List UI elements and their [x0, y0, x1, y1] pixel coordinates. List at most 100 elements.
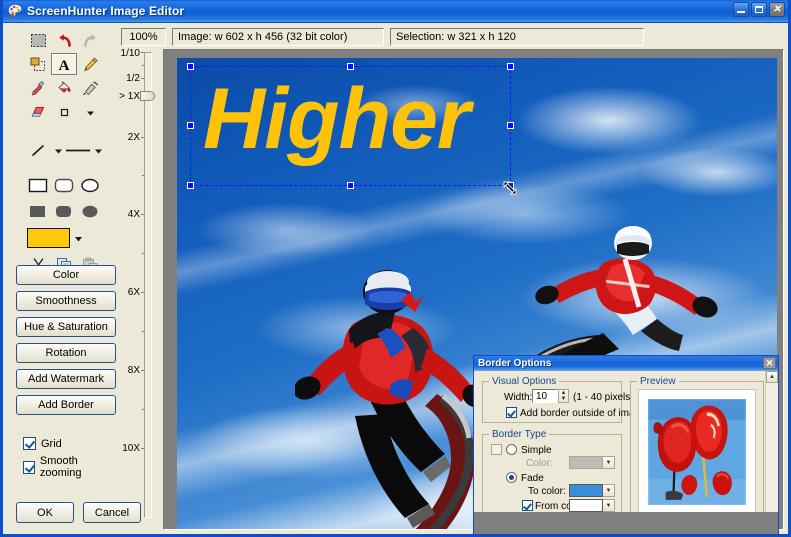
from-color-swatch[interactable] [569, 499, 603, 512]
add-border-button[interactable]: Add Border [16, 395, 116, 415]
ellipse-filled-tool[interactable] [77, 200, 103, 222]
snowboarder-figure-left [295, 266, 495, 530]
selection-handle-s[interactable] [347, 182, 354, 189]
add-border-outside-label: Add border outside of image [520, 408, 646, 419]
scroll-up-button[interactable]: ▲ [766, 371, 778, 383]
dialog-scrollbar[interactable]: ▲ ▼ [765, 371, 778, 534]
smooth-zooming-checkbox[interactable] [23, 461, 35, 474]
rotation-button-label: Rotation [46, 347, 87, 359]
chevron-down-icon[interactable]: ▼ [603, 456, 615, 469]
zoom-label-1x: > 1X [119, 91, 140, 102]
zoom-label-6x: 6X [128, 287, 140, 298]
selection-marquee[interactable] [190, 66, 511, 186]
airbrush-tool[interactable] [77, 77, 103, 99]
width-hint: (1 - 40 pixels) [573, 392, 634, 403]
border-options-dialog[interactable]: Border Options ✕ Visual Options Width: 1… [473, 355, 779, 535]
visual-options-caption: Visual Options [489, 376, 559, 387]
add-watermark-button-label: Add Watermark [28, 373, 104, 385]
line-tool[interactable] [25, 139, 51, 161]
ellipse-outline-tool[interactable] [77, 174, 103, 196]
selection-handle-sw[interactable] [187, 182, 194, 189]
dialog-titlebar[interactable]: Border Options ✕ [474, 356, 778, 371]
to-color-swatch[interactable] [569, 484, 603, 497]
minimize-button[interactable] [733, 2, 749, 17]
selection-handle-n[interactable] [347, 63, 354, 70]
simple-enable-checkbox[interactable] [491, 444, 502, 455]
brush-size-dropdown[interactable] [77, 101, 103, 123]
line-width-tool[interactable] [65, 139, 91, 161]
selection-handle-e[interactable] [507, 122, 514, 129]
chevron-down-icon[interactable]: ▼ [603, 499, 615, 512]
simple-color-swatch[interactable] [569, 456, 603, 469]
smoothness-button[interactable]: Smoothness [16, 291, 116, 311]
palette-icon [7, 3, 23, 19]
width-label: Width: [504, 392, 532, 403]
color-button[interactable]: Color [16, 265, 116, 285]
close-button[interactable]: ✕ [769, 2, 785, 17]
move-selection-tool[interactable] [25, 53, 51, 75]
to-color-picker[interactable]: ▼ [569, 484, 615, 497]
paint-bucket-tool[interactable] [51, 77, 77, 99]
zoom-slider-thumb[interactable] [140, 91, 155, 101]
grid-checkbox[interactable] [23, 437, 36, 450]
tool-palette: A [25, 28, 109, 278]
from-color-checkbox[interactable] [522, 500, 533, 511]
fade-label: Fade [521, 473, 544, 484]
brush-size-tool[interactable] [51, 101, 77, 123]
from-color-picker[interactable]: ▼ [569, 499, 615, 512]
hue-saturation-button[interactable]: Hue & Saturation [16, 317, 116, 337]
selection-handle-w[interactable] [187, 122, 194, 129]
zoom-slider-track[interactable] [144, 52, 152, 518]
add-watermark-button[interactable]: Add Watermark [16, 369, 116, 389]
zoom-slider-panel[interactable]: 1/10 1/2 > 1X 2X 4X 6X 8X 10X [114, 47, 160, 530]
maximize-button[interactable] [751, 2, 767, 17]
tools-panel: A [3, 23, 114, 534]
rotation-button[interactable]: Rotation [16, 343, 116, 363]
grid-checkbox-label: Grid [41, 438, 62, 450]
selection-handle-nw[interactable] [187, 63, 194, 70]
simple-color-picker[interactable]: ▼ [569, 456, 615, 469]
add-border-outside-checkbox[interactable] [506, 407, 517, 418]
main-window: ScreenHunter Image Editor ✕ [0, 0, 791, 537]
simple-radio[interactable] [506, 444, 517, 455]
select-rectangle-tool[interactable] [25, 29, 51, 51]
window-controls: ✕ [733, 2, 785, 17]
color-dropdown[interactable] [70, 227, 86, 249]
eraser-tool[interactable] [25, 101, 51, 123]
line-style-dropdown[interactable] [51, 139, 65, 161]
rounded-rectangle-filled-tool[interactable] [51, 200, 77, 222]
redo-tool[interactable] [77, 29, 103, 51]
zoom-label-8x: 8X [128, 365, 140, 376]
chevron-down-icon[interactable]: ▼ [603, 484, 615, 497]
border-type-caption: Border Type [489, 429, 549, 440]
line-width-dropdown[interactable] [91, 139, 105, 161]
rectangle-outline-tool[interactable] [25, 174, 51, 196]
smooth-zooming-checkbox-row[interactable]: Smooth zooming [23, 455, 114, 479]
to-color-label: To color: [528, 486, 566, 497]
add-border-button-label: Add Border [38, 399, 94, 411]
pencil-tool[interactable] [77, 53, 103, 75]
zoom-label-2x: 2X [128, 132, 140, 143]
width-spinner[interactable]: ▲ ▼ [558, 389, 569, 403]
current-color-swatch[interactable] [27, 228, 70, 248]
grid-checkbox-row[interactable]: Grid [23, 437, 62, 450]
text-tool[interactable]: A [51, 53, 77, 75]
rounded-rectangle-outline-tool[interactable] [51, 174, 77, 196]
dialog-clipped-area [474, 512, 778, 534]
spinner-down-icon[interactable]: ▼ [559, 396, 568, 402]
selection-handle-ne[interactable] [507, 63, 514, 70]
rectangle-filled-tool[interactable] [25, 200, 51, 222]
eyedropper-tool[interactable] [25, 77, 51, 99]
preview-image [639, 390, 755, 514]
ok-button[interactable]: OK [16, 502, 74, 523]
window-titlebar[interactable]: ScreenHunter Image Editor ✕ [3, 0, 788, 23]
fade-radio[interactable] [506, 472, 517, 483]
dialog-title: Border Options [478, 358, 551, 369]
window-title: ScreenHunter Image Editor [27, 4, 184, 18]
smooth-zooming-checkbox-label: Smooth zooming [40, 455, 114, 479]
dialog-close-button[interactable]: ✕ [763, 357, 776, 369]
selection-info-field: Selection: w 321 x h 120 [390, 28, 644, 46]
undo-tool[interactable] [51, 29, 77, 51]
zoom-percent-field[interactable]: 100% [121, 28, 166, 46]
width-input[interactable]: 10 [532, 389, 558, 403]
